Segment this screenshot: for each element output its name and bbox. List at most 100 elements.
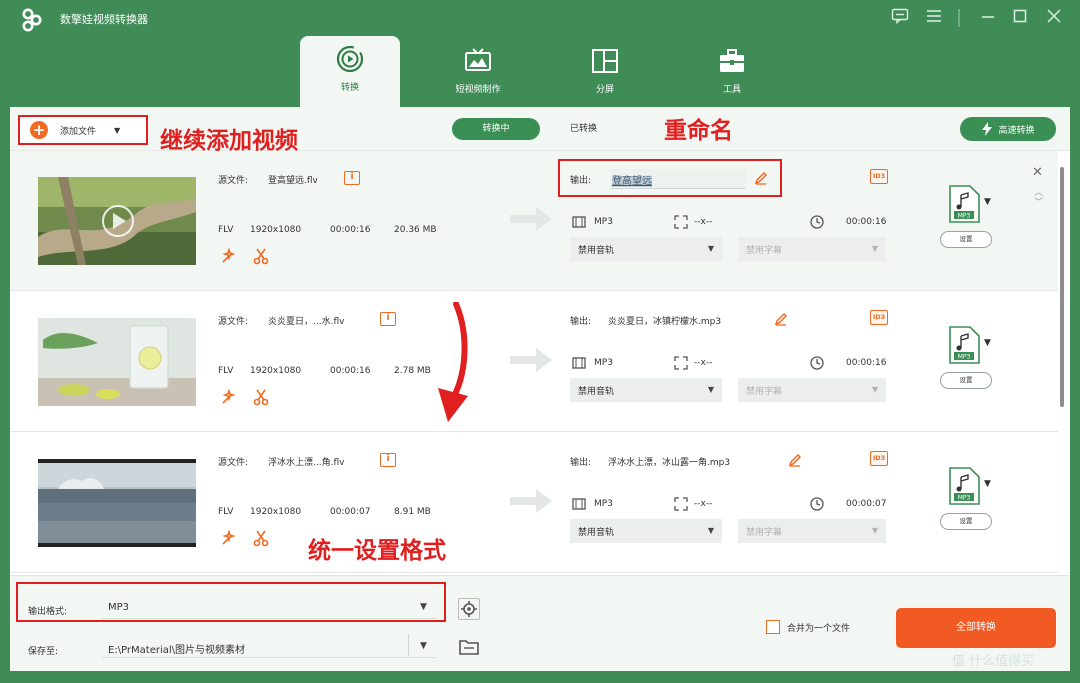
chevron-down-icon: ▼ xyxy=(707,244,714,253)
scrollbar[interactable] xyxy=(1060,167,1064,407)
subtitle-select: 禁用字幕 ▼ xyxy=(738,519,886,543)
clock-icon xyxy=(810,356,824,370)
output-format: MP3 xyxy=(594,358,613,368)
output-format-select[interactable]: MP3 ▼ xyxy=(102,593,436,619)
output-duration: 00:00:07 xyxy=(846,499,887,509)
edit-icon[interactable] xyxy=(788,453,802,467)
id3-icon[interactable]: ID3 xyxy=(870,310,888,325)
source-size: 20.36 MB xyxy=(394,225,437,235)
feedback-icon[interactable] xyxy=(890,8,910,28)
toolbox-icon xyxy=(720,49,744,72)
info-icon[interactable]: i xyxy=(380,453,396,467)
source-resolution: 1920x1080 xyxy=(250,507,302,517)
gear-icon xyxy=(461,601,477,617)
source-label: 源文件: xyxy=(218,458,249,468)
tab-short-video[interactable]: 短视频制作 xyxy=(428,36,528,106)
file-row[interactable]: 源文件: 登高望远.flv i FLV 1920x1080 00:00:16 2… xyxy=(10,151,1058,291)
edit-icon[interactable] xyxy=(754,171,768,185)
remove-icon[interactable]: ✕ xyxy=(1032,165,1043,180)
menu-icon[interactable] xyxy=(924,8,944,28)
merge-checkbox[interactable] xyxy=(766,620,780,634)
chevron-down-icon[interactable]: ﹀ xyxy=(1034,195,1043,208)
info-icon[interactable]: i xyxy=(344,171,360,185)
id3-icon[interactable]: ID3 xyxy=(870,451,888,466)
settings-button[interactable]: 设置 xyxy=(940,513,992,530)
output-format-label: 输出格式: xyxy=(28,607,68,617)
conversion-panel: + 添加文件 ▼ 继续添加视频 转换中 已转换 重命名 高速转换 源文件: 登高… xyxy=(10,107,1070,671)
maximize-icon[interactable] xyxy=(1010,8,1030,28)
source-duration: 00:00:16 xyxy=(330,366,371,376)
save-to-label: 保存至: xyxy=(28,647,59,657)
output-name-input[interactable]: 登高望远 xyxy=(610,169,746,189)
tab-converting[interactable]: 转换中 xyxy=(452,118,540,140)
info-icon[interactable]: i xyxy=(380,312,396,326)
open-folder-button[interactable] xyxy=(458,636,480,658)
video-thumbnail[interactable] xyxy=(38,318,196,406)
file-row[interactable]: 源文件: 炎炎夏日，...水.flv i FLV 1920x1080 00:00… xyxy=(10,292,1058,432)
audio-track-select[interactable]: 禁用音轨 ▼ xyxy=(570,378,722,402)
source-resolution: 1920x1080 xyxy=(250,366,302,376)
close-icon[interactable] xyxy=(1044,8,1064,28)
chevron-down-icon: ▼ xyxy=(707,526,714,535)
audio-track-select[interactable]: 禁用音轨 ▼ xyxy=(570,519,722,543)
convert-all-button[interactable]: 全部转换 xyxy=(896,608,1056,648)
video-thumbnail[interactable] xyxy=(38,177,196,265)
edit-icon[interactable] xyxy=(774,312,788,326)
video-thumbnail[interactable] xyxy=(38,459,196,547)
id3-icon[interactable]: ID3 xyxy=(870,169,888,184)
output-resolution: --x-- xyxy=(694,499,713,509)
cut-icon[interactable] xyxy=(252,247,270,265)
enhance-icon[interactable] xyxy=(220,529,238,547)
tab-label: 工具 xyxy=(722,85,741,95)
enhance-icon[interactable] xyxy=(220,247,238,265)
watermark: 值 什么值得买 xyxy=(952,654,1035,669)
film-icon xyxy=(572,216,586,228)
add-file-button[interactable]: + 添加文件 ▼ xyxy=(18,115,148,145)
chevron-down-icon[interactable]: ▼ xyxy=(984,479,991,489)
tab-split-screen[interactable]: 分屏 xyxy=(555,36,655,106)
format-settings-button[interactable] xyxy=(458,598,480,620)
chevron-down-icon[interactable]: ▼ xyxy=(114,126,120,135)
cut-icon[interactable] xyxy=(252,388,270,406)
tab-tools[interactable]: 工具 xyxy=(682,36,782,106)
source-duration: 00:00:16 xyxy=(330,225,371,235)
output-label: 输出: xyxy=(570,458,592,468)
source-label: 源文件: xyxy=(218,176,249,186)
chevron-down-icon: ▼ xyxy=(871,526,878,535)
add-file-label: 添加文件 xyxy=(60,126,97,137)
tab-converted[interactable]: 已转换 xyxy=(570,118,630,140)
settings-button[interactable]: 设置 xyxy=(940,372,992,389)
mp3-format-icon[interactable]: MP3 xyxy=(948,185,980,223)
minimize-icon[interactable] xyxy=(978,8,998,28)
divider xyxy=(408,634,409,656)
down-arrow-annotation xyxy=(438,302,468,422)
subtitle-value: 禁用字幕 xyxy=(746,246,783,256)
output-label: 输出: xyxy=(570,317,592,327)
mp3-format-icon[interactable]: MP3 xyxy=(948,467,980,505)
output-duration: 00:00:16 xyxy=(846,217,887,227)
subtitle-value: 禁用字幕 xyxy=(746,528,783,538)
lightning-icon xyxy=(982,122,993,136)
bottom-bar: 输出格式: MP3 ▼ 保存至: E:\PrMaterial\图片与视频素材 ▼… xyxy=(10,575,1070,671)
chevron-down-icon: ▼ xyxy=(420,602,427,612)
mp3-format-icon[interactable]: MP3 xyxy=(948,326,980,364)
audio-track-value: 禁用音轨 xyxy=(578,246,615,256)
audio-track-select[interactable]: 禁用音轨 ▼ xyxy=(570,237,722,261)
enhance-icon[interactable] xyxy=(220,388,238,406)
annotation-add-more: 继续添加视频 xyxy=(160,128,298,154)
file-row[interactable]: 源文件: 浮冰水上漂...角.flv i FLV 1920x1080 00:00… xyxy=(10,433,1058,573)
resize-icon xyxy=(674,356,688,370)
tab-convert[interactable]: 转换 xyxy=(300,36,400,108)
settings-button[interactable]: 设置 xyxy=(940,231,992,248)
cut-icon[interactable] xyxy=(252,529,270,547)
output-filename: 浮冰水上漂，冰山露一角.mp3 xyxy=(608,458,731,468)
tab-label: 转换 xyxy=(340,83,359,93)
source-filename: 浮冰水上漂...角.flv xyxy=(268,458,345,468)
chevron-down-icon[interactable]: ▼ xyxy=(984,338,991,348)
svg-text:MP3: MP3 xyxy=(958,213,971,220)
title-bar: 数擎娃视频转换器 xyxy=(0,0,1080,36)
chevron-down-icon: ▼ xyxy=(871,385,878,394)
save-path-select[interactable]: E:\PrMaterial\图片与视频素材 ▼ xyxy=(102,632,436,658)
speed-convert-button[interactable]: 高速转换 xyxy=(960,117,1056,141)
chevron-down-icon[interactable]: ▼ xyxy=(984,197,991,207)
